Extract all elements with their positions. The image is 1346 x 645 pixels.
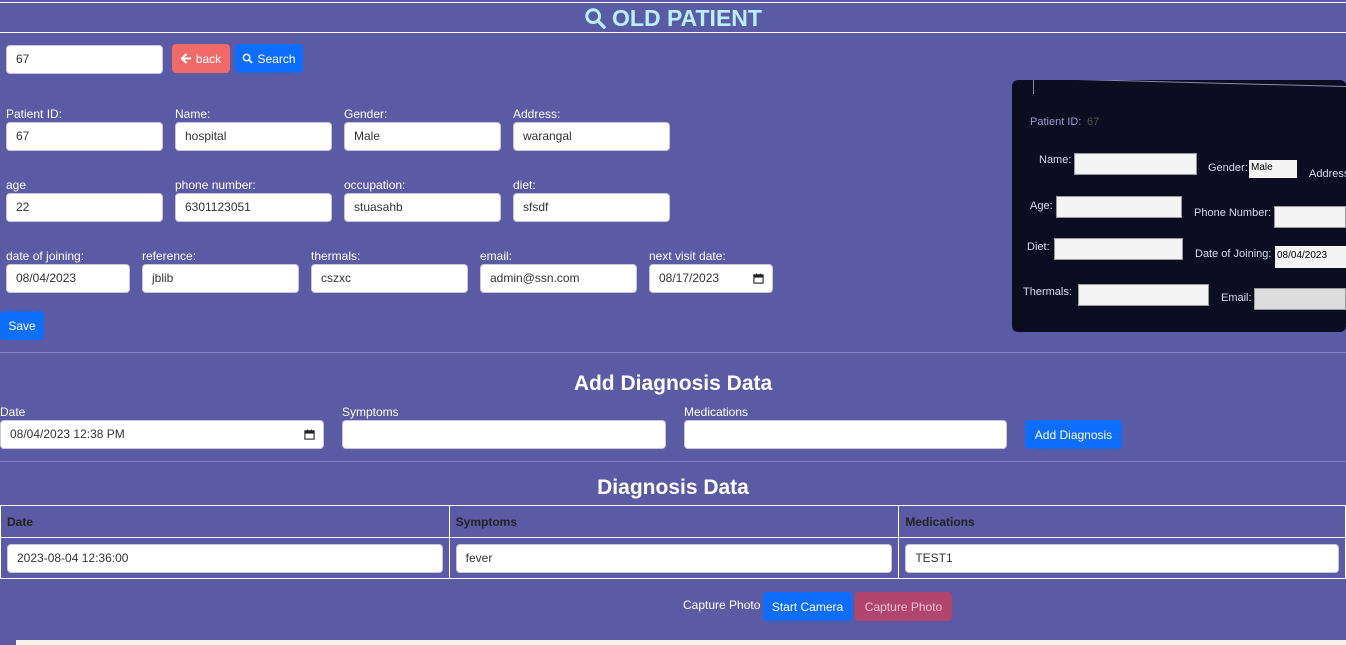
- date-of-joining-field[interactable]: 08/04/2023: [6, 264, 130, 293]
- photo-thermals-box: [1078, 284, 1209, 306]
- reference-label: reference:: [142, 249, 197, 263]
- occupation-field[interactable]: stuasahb: [344, 193, 501, 222]
- diagnosis-table: Date Symptoms Medications 2023-08-04 12:…: [0, 505, 1346, 579]
- photo-doj-value: 08/04/2023: [1275, 246, 1346, 268]
- row-symptoms-field[interactable]: fever: [455, 543, 893, 573]
- address-label: Address:: [513, 107, 561, 121]
- date-of-joining-label: date of joining:: [6, 249, 85, 263]
- table-cell: 2023-08-04 12:36:00: [0, 537, 450, 579]
- calendar-icon[interactable]: [304, 429, 315, 440]
- photo-email-box: [1254, 288, 1346, 310]
- captured-photo: Patient ID: 67 Name: Gender: Male Addres…: [1012, 80, 1346, 332]
- next-visit-date-field[interactable]: 08/17/2023: [649, 264, 773, 293]
- phone-label: phone number:: [175, 178, 256, 192]
- add-diagnosis-button[interactable]: Add Diagnosis: [1025, 420, 1122, 449]
- diet-label: diet:: [513, 178, 536, 192]
- gender-field[interactable]: Male: [344, 122, 501, 151]
- diagnosis-data-title: Diagnosis Data: [597, 476, 749, 499]
- next-visit-date-value: 08/17/2023: [659, 271, 720, 285]
- photo-age-label: Age:: [1030, 200, 1053, 212]
- diagnosis-date-value: 08/04/2023 12:38 PM: [10, 427, 125, 441]
- email-field[interactable]: admin@ssn.com: [480, 264, 637, 293]
- page-bottom-edge: [16, 640, 1346, 645]
- arrow-left-icon: [180, 53, 191, 64]
- photo-gender-value: Male: [1249, 160, 1297, 178]
- photo-age-box: [1056, 196, 1182, 218]
- back-button[interactable]: back: [172, 44, 230, 73]
- photo-thermals-label: Thermals:: [1023, 286, 1072, 298]
- table-header-row: Date Symptoms Medications: [0, 505, 1346, 538]
- capture-photo-label: Capture Photo: [683, 598, 761, 612]
- age-label: age: [6, 178, 27, 192]
- page-title-text: OLD PATIENT: [612, 5, 762, 31]
- divider: [0, 461, 1346, 462]
- add-diagnosis-title: Add Diagnosis Data: [573, 372, 773, 395]
- column-header-symptoms: Symptoms: [448, 505, 900, 538]
- photo-patient-id-label: Patient ID:: [1030, 116, 1082, 128]
- table-row: 2023-08-04 12:36:00 fever TEST1: [0, 537, 1346, 579]
- reference-field[interactable]: jblib: [142, 264, 299, 293]
- medications-label: Medications: [684, 405, 749, 419]
- column-header-medications: Medications: [898, 505, 1346, 538]
- thermals-label: thermals:: [311, 249, 361, 263]
- photo-patient-id-value: 67: [1087, 116, 1100, 128]
- thermals-field[interactable]: cszxc: [311, 264, 468, 293]
- next-visit-label: next visit date:: [649, 249, 726, 263]
- photo-name-label: Name:: [1039, 154, 1072, 166]
- photo-doj-label: Date of Joining:: [1195, 248, 1272, 260]
- photo-address-label: Address: [1309, 168, 1346, 180]
- capture-photo-button[interactable]: Capture Photo: [855, 592, 952, 621]
- occupation-label: occupation:: [344, 178, 406, 192]
- search-button-label: Search: [257, 51, 296, 66]
- address-field[interactable]: warangal: [513, 122, 670, 151]
- back-button-label: back: [195, 51, 222, 66]
- photo-phone-box: [1274, 206, 1346, 228]
- symptoms-label: Symptoms: [342, 405, 399, 419]
- diagnosis-date-label: Date: [0, 405, 26, 419]
- photo-edge-line: [1032, 80, 1346, 88]
- photo-diet-label: Diet:: [1027, 241, 1050, 253]
- search-icon: [243, 53, 254, 64]
- medications-field[interactable]: [684, 420, 1007, 449]
- photo-gender-label: Gender:: [1208, 162, 1248, 174]
- page-title: OLD PATIENT: [584, 3, 762, 33]
- table-cell: TEST1: [898, 537, 1346, 579]
- save-button-label: Save: [8, 318, 36, 333]
- search-icon: [585, 8, 606, 29]
- photo-diet-box: [1054, 238, 1183, 260]
- age-field[interactable]: 22: [6, 193, 163, 222]
- symptoms-field[interactable]: [342, 420, 666, 449]
- photo-name-box: [1074, 153, 1197, 175]
- add-diagnosis-button-label: Add Diagnosis: [1034, 427, 1113, 442]
- start-camera-button[interactable]: Start Camera: [763, 592, 852, 621]
- save-button[interactable]: Save: [0, 311, 44, 340]
- capture-photo-button-label: Capture Photo: [864, 599, 943, 614]
- start-camera-label: Start Camera: [771, 599, 844, 614]
- row-medications-field[interactable]: TEST1: [905, 543, 1339, 573]
- gender-label: Gender:: [344, 107, 388, 121]
- search-button[interactable]: Search: [235, 44, 303, 73]
- photo-edge-corner: [1033, 80, 1034, 94]
- photo-phone-label: Phone Number:: [1194, 207, 1272, 219]
- patient-id-field[interactable]: 67: [6, 122, 163, 151]
- phone-field[interactable]: 6301123051: [175, 193, 332, 222]
- photo-email-label: Email:: [1221, 292, 1252, 304]
- email-label: email:: [480, 249, 513, 263]
- diet-field[interactable]: sfsdf: [513, 193, 670, 222]
- header-bar: OLD PATIENT: [0, 2, 1346, 33]
- name-label: Name:: [175, 107, 211, 121]
- patient-search-input[interactable]: 67: [6, 45, 163, 74]
- patient-id-label: Patient ID:: [6, 107, 63, 121]
- table-cell: fever: [448, 537, 900, 579]
- name-field[interactable]: hospital: [175, 122, 332, 151]
- divider: [0, 352, 1346, 353]
- column-header-date: Date: [0, 505, 450, 538]
- row-date-field[interactable]: 2023-08-04 12:36:00: [7, 543, 443, 573]
- calendar-icon[interactable]: [753, 273, 764, 284]
- diagnosis-date-field[interactable]: 08/04/2023 12:38 PM: [0, 420, 324, 449]
